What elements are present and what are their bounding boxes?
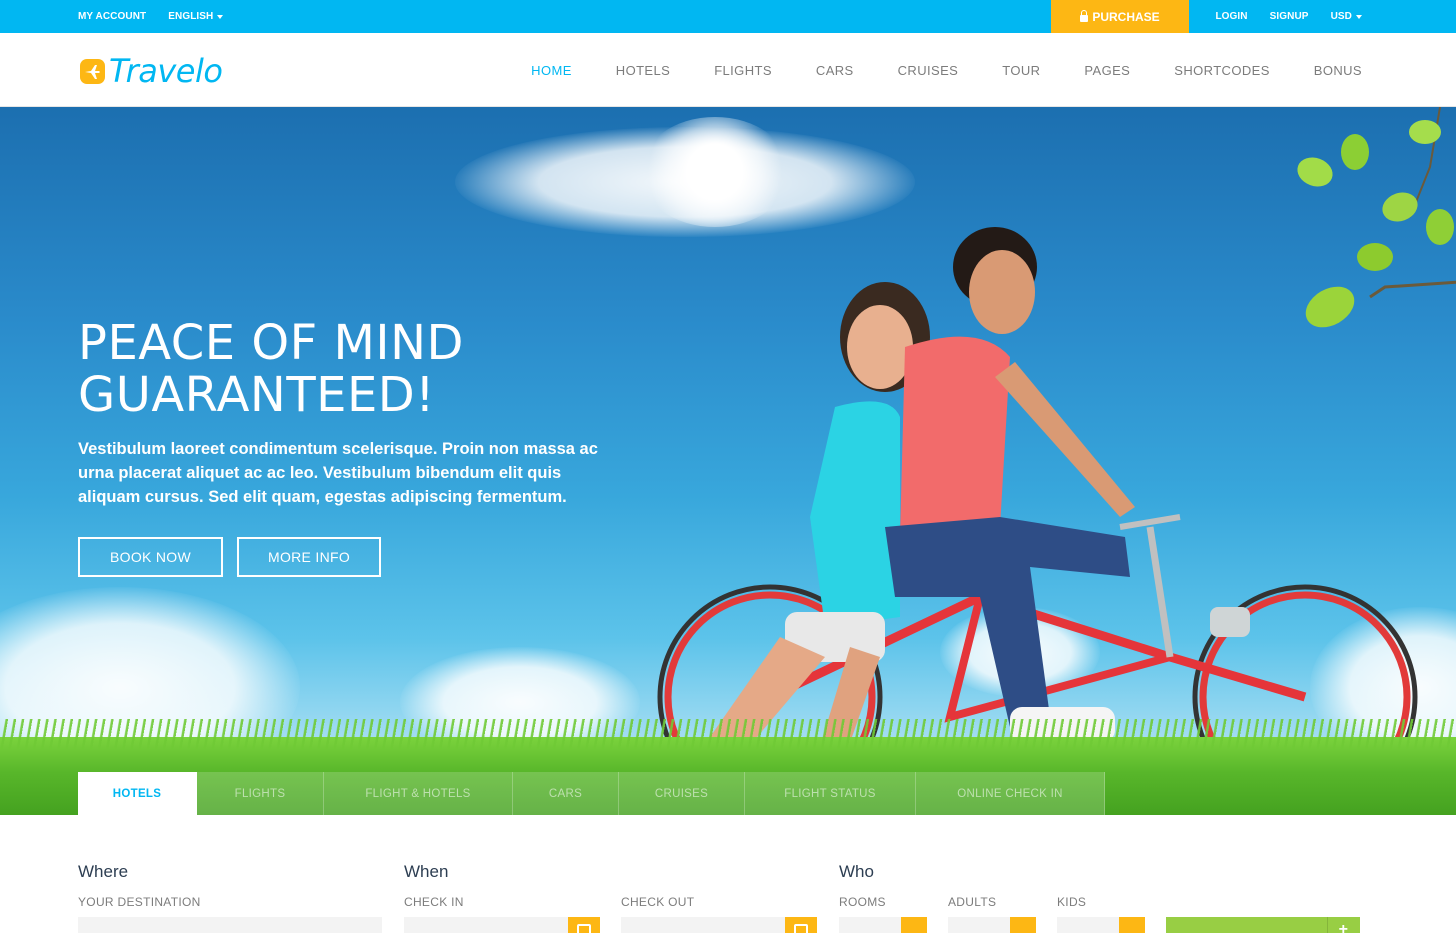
adults-dropdown-button[interactable] [1010, 917, 1036, 933]
button-divider [1327, 917, 1328, 933]
hero-title-line-2: GUARANTEED! [78, 367, 435, 423]
search-now-button[interactable]: + [1166, 917, 1360, 933]
main-nav: HOME HOTELS FLIGHTS CARS CRUISES TOUR PA… [509, 33, 1362, 107]
top-bar-right: LOGIN SIGNUP USD [1215, 0, 1362, 33]
tab-cars[interactable]: CARS [513, 772, 619, 815]
plus-icon: + [1338, 921, 1348, 933]
check-in-calendar-button[interactable] [568, 917, 600, 933]
rooms-dropdown-button[interactable] [901, 917, 927, 933]
check-out-input[interactable] [621, 917, 785, 933]
hero-buttons: BOOK NOW MORE INFO [78, 537, 638, 577]
nav-cruises[interactable]: CRUISES [876, 63, 981, 78]
login-link[interactable]: LOGIN [1215, 11, 1247, 22]
nav-flights[interactable]: FLIGHTS [692, 63, 794, 78]
top-bar-left: MY ACCOUNT ENGLISH [78, 0, 224, 33]
main-header: Travelo HOME HOTELS FLIGHTS CARS CRUISES… [0, 33, 1456, 107]
hero-title-line-1: PEACE OF MIND [78, 315, 464, 371]
calendar-icon [794, 924, 808, 933]
hero-description: Vestibulum laoreet condimentum scelerisq… [78, 440, 598, 506]
destination-input[interactable] [78, 917, 382, 933]
tab-hotels[interactable]: HOTELS [78, 772, 197, 815]
tab-flights[interactable]: FLIGHTS [197, 772, 324, 815]
nav-tour[interactable]: TOUR [980, 63, 1062, 78]
nav-shortcodes[interactable]: SHORTCODES [1152, 63, 1292, 78]
adults-label: ADULTS [948, 895, 997, 909]
language-label: ENGLISH [168, 11, 214, 22]
book-now-button[interactable]: BOOK NOW [78, 537, 223, 577]
logo-text: Travelo [109, 52, 223, 90]
top-bar: MY ACCOUNT ENGLISH PURCHASE LOGIN SIGNUP… [0, 0, 1456, 33]
when-title: When [404, 862, 449, 881]
check-in-label: CHECK IN [404, 895, 464, 909]
check-in-input[interactable] [404, 917, 568, 933]
tab-flight-status[interactable]: FLIGHT STATUS [745, 772, 916, 815]
hero-banner: PEACE OF MIND GUARANTEED! Vestibulum lao… [0, 107, 1456, 815]
where-title: Where [78, 862, 129, 881]
nav-pages[interactable]: PAGES [1062, 63, 1152, 78]
caret-down-icon [217, 14, 224, 19]
check-out-label: CHECK OUT [621, 895, 695, 909]
calendar-icon [577, 924, 591, 933]
nav-home[interactable]: HOME [509, 63, 594, 78]
purchase-button[interactable]: PURCHASE [1051, 0, 1189, 33]
who-title: Who [839, 862, 874, 881]
adults-select[interactable] [948, 917, 1010, 933]
currency-selector[interactable]: USD [1331, 11, 1362, 22]
tab-online-check-in[interactable]: ONLINE CHECK IN [916, 772, 1105, 815]
rooms-label: ROOMS [839, 895, 886, 909]
plane-icon [80, 58, 105, 84]
hero-title: PEACE OF MIND GUARANTEED! [78, 317, 638, 421]
caret-down-icon [1356, 14, 1362, 19]
purchase-label: PURCHASE [1092, 9, 1160, 24]
logo[interactable]: Travelo [80, 52, 223, 90]
currency-label: USD [1330, 11, 1352, 22]
search-tabs: HOTELS FLIGHTS FLIGHT & HOTELS CARS CRUI… [78, 772, 1105, 815]
tab-cruises[interactable]: CRUISES [619, 772, 745, 815]
nav-hotels[interactable]: HOTELS [594, 63, 692, 78]
kids-label: KIDS [1057, 895, 1087, 909]
search-form [0, 815, 1456, 933]
check-out-calendar-button[interactable] [785, 917, 817, 933]
kids-select[interactable] [1057, 917, 1119, 933]
language-selector[interactable]: ENGLISH [168, 11, 224, 22]
hero-sun [640, 117, 790, 227]
more-info-button[interactable]: MORE INFO [237, 537, 381, 577]
my-account-link[interactable]: MY ACCOUNT [78, 11, 146, 22]
tab-flight-hotels[interactable]: FLIGHT & HOTELS [324, 772, 513, 815]
hero-copy: PEACE OF MIND GUARANTEED! Vestibulum lao… [78, 317, 638, 577]
nav-bonus[interactable]: BONUS [1292, 63, 1362, 78]
lock-icon [1080, 9, 1089, 22]
destination-label: YOUR DESTINATION [78, 895, 201, 909]
grass-blades [0, 719, 1456, 749]
rooms-select[interactable] [839, 917, 901, 933]
signup-link[interactable]: SIGNUP [1270, 11, 1309, 22]
nav-cars[interactable]: CARS [794, 63, 876, 78]
kids-dropdown-button[interactable] [1119, 917, 1145, 933]
